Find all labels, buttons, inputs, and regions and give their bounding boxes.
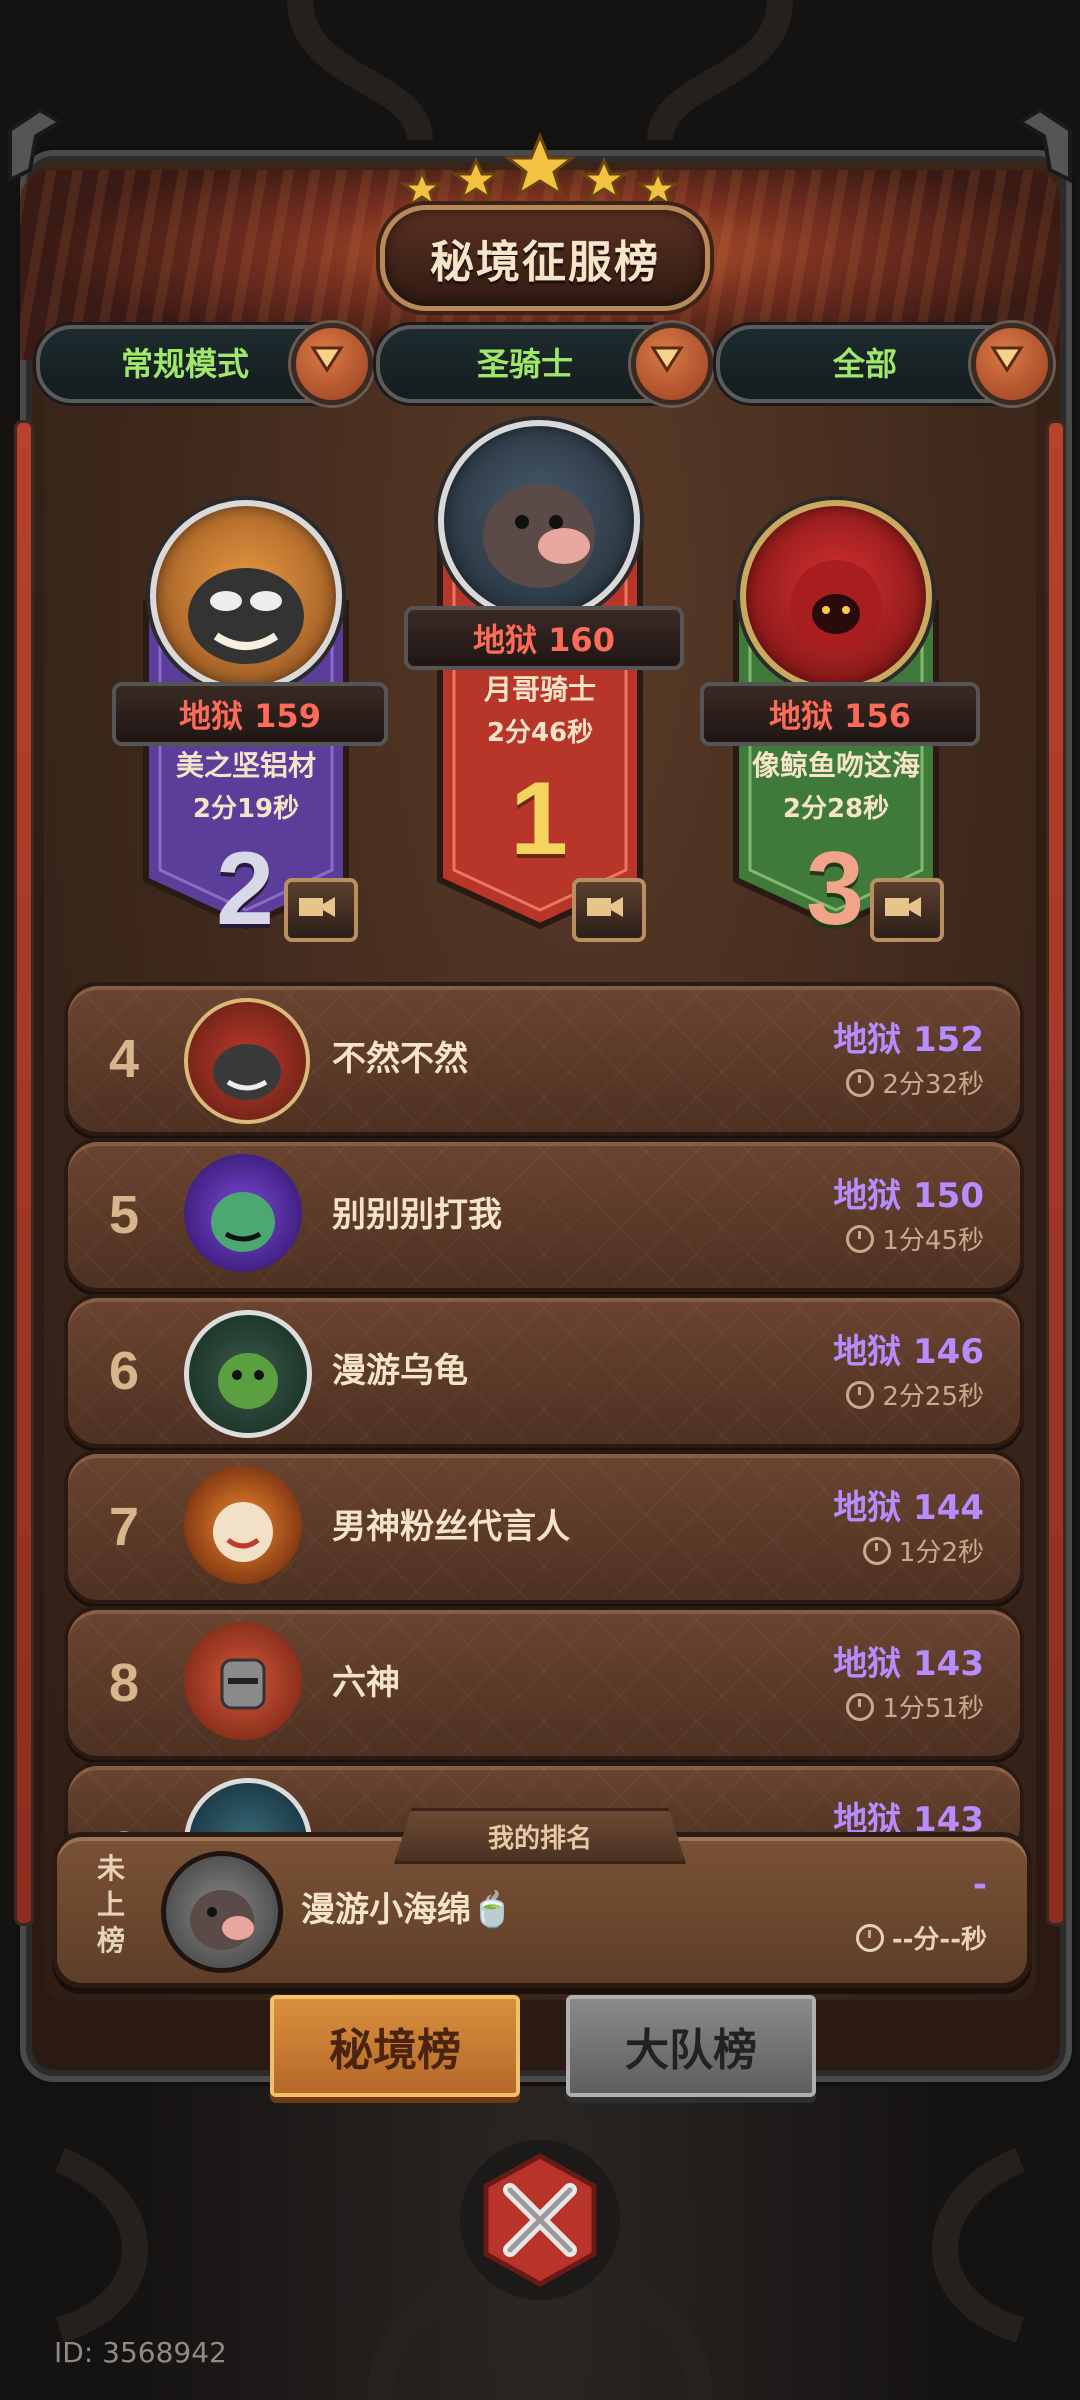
ranking-row[interactable]: 5 别别别打我 地狱 150 1分45秒 <box>64 1138 1024 1292</box>
row-time: 2分32秒 <box>846 1064 984 1101</box>
row-level: 地狱 144 <box>833 1488 984 1528</box>
video-camera-icon <box>885 897 921 917</box>
row-rank: 6 <box>108 1341 140 1401</box>
row-player-name: 六神 <box>332 1663 400 1703</box>
podium-rank-number: 1 <box>510 761 568 877</box>
row-time: 1分2秒 <box>862 1532 984 1569</box>
podium-level: 地狱 159 <box>112 682 388 746</box>
row-time-value: 2分32秒 <box>882 1070 984 1100</box>
podium-player-name: 月哥骑士 <box>483 673 596 706</box>
clock-icon <box>846 1693 875 1721</box>
podium-time: 2分46秒 <box>486 718 594 748</box>
my-rank-tab-label: 我的排名 <box>394 1808 686 1864</box>
podium-player-name: 像鲸鱼吻这海 <box>751 749 920 782</box>
podium-player-name: 美之坚铝材 <box>175 749 316 782</box>
clock-icon <box>862 1537 891 1565</box>
row-time-value: 1分2秒 <box>898 1538 984 1568</box>
podium-time: 2分19秒 <box>192 794 300 824</box>
avatar <box>184 998 310 1124</box>
close-x-icon[interactable] <box>454 2134 626 2306</box>
left-side-bar <box>14 420 34 1926</box>
my-rank-status: 未上榜 <box>96 1852 125 1957</box>
row-level: 地狱 146 <box>833 1332 984 1372</box>
video-replay-button[interactable] <box>870 878 944 942</box>
podium-level: 地狱 156 <box>700 682 980 746</box>
five-stars-icon <box>399 132 681 209</box>
row-time: 1分51秒 <box>846 1688 984 1725</box>
row-level: 地狱 150 <box>833 1176 984 1216</box>
my-level: - <box>972 1865 987 1905</box>
row-time-value: 1分45秒 <box>882 1226 984 1256</box>
triangle-down-icon[interactable] <box>631 323 713 405</box>
video-replay-button[interactable] <box>284 878 358 942</box>
clock-icon <box>855 1924 884 1952</box>
class-filter-dropdown[interactable]: 圣骑士 <box>376 323 713 405</box>
video-camera-icon <box>587 897 623 917</box>
player-id: ID: 3568942 <box>54 2336 227 2369</box>
row-rank: 8 <box>108 1653 140 1713</box>
triangle-down-icon[interactable] <box>971 323 1053 405</box>
ranking-row[interactable]: 7 男神粉丝代言人 地狱 144 1分2秒 <box>64 1450 1024 1604</box>
my-time: --分--秒 <box>855 1919 987 1956</box>
row-level: 地狱 143 <box>833 1644 984 1684</box>
avatar <box>184 1154 302 1272</box>
row-player-name: 别别别打我 <box>332 1195 502 1235</box>
video-replay-button[interactable] <box>572 878 646 942</box>
row-rank: 5 <box>108 1185 140 1245</box>
avatar <box>150 500 342 692</box>
row-player-name: 不然不然 <box>332 1039 468 1079</box>
row-player-name: 男神粉丝代言人 <box>332 1507 570 1547</box>
avatar <box>438 420 640 622</box>
row-rank: 4 <box>108 1029 140 1089</box>
triangle-down-icon[interactable] <box>291 323 373 405</box>
scope-filter-dropdown[interactable]: 全部 <box>716 323 1053 405</box>
avatar <box>184 1466 302 1584</box>
ranking-row[interactable]: 6 漫游乌龟 地狱 146 2分25秒 <box>64 1294 1024 1448</box>
right-side-bar <box>1046 420 1066 1926</box>
row-player-name: 漫游乌龟 <box>332 1351 468 1391</box>
avatar <box>161 1851 283 1973</box>
my-time-value: --分--秒 <box>891 1925 987 1955</box>
title-plate: 秘境征服榜 <box>380 205 710 311</box>
mode-filter-label: 常规模式 <box>120 345 249 383</box>
clock-icon <box>846 1381 875 1409</box>
clock-icon <box>846 1069 875 1097</box>
podium-level: 地狱 160 <box>404 606 684 670</box>
class-filter-label: 圣骑士 <box>476 345 573 383</box>
page-title: 秘境征服榜 <box>430 237 660 288</box>
row-time-value: 2分25秒 <box>882 1382 984 1412</box>
avatar <box>740 500 932 692</box>
clock-icon <box>846 1225 875 1253</box>
row-time: 1分45秒 <box>846 1220 984 1257</box>
video-camera-icon <box>299 897 335 917</box>
avatar <box>184 1622 302 1740</box>
avatar <box>184 1310 312 1438</box>
row-time-value: 1分51秒 <box>882 1694 984 1724</box>
mode-filter-dropdown[interactable]: 常规模式 <box>36 323 373 405</box>
row-time: 2分25秒 <box>846 1376 984 1413</box>
tab-secret-realm-ranking[interactable]: 秘境榜 <box>270 1995 520 2097</box>
ranking-row[interactable]: 8 六神 地狱 143 1分51秒 <box>64 1606 1024 1760</box>
scope-filter-label: 全部 <box>832 345 897 383</box>
podium-time: 2分28秒 <box>782 794 890 824</box>
row-rank: 7 <box>108 1497 140 1557</box>
ranking-row[interactable]: 4 不然不然 地狱 152 2分32秒 <box>64 982 1024 1136</box>
tab-team-ranking[interactable]: 大队榜 <box>566 1995 816 2097</box>
row-level: 地狱 152 <box>833 1020 984 1060</box>
